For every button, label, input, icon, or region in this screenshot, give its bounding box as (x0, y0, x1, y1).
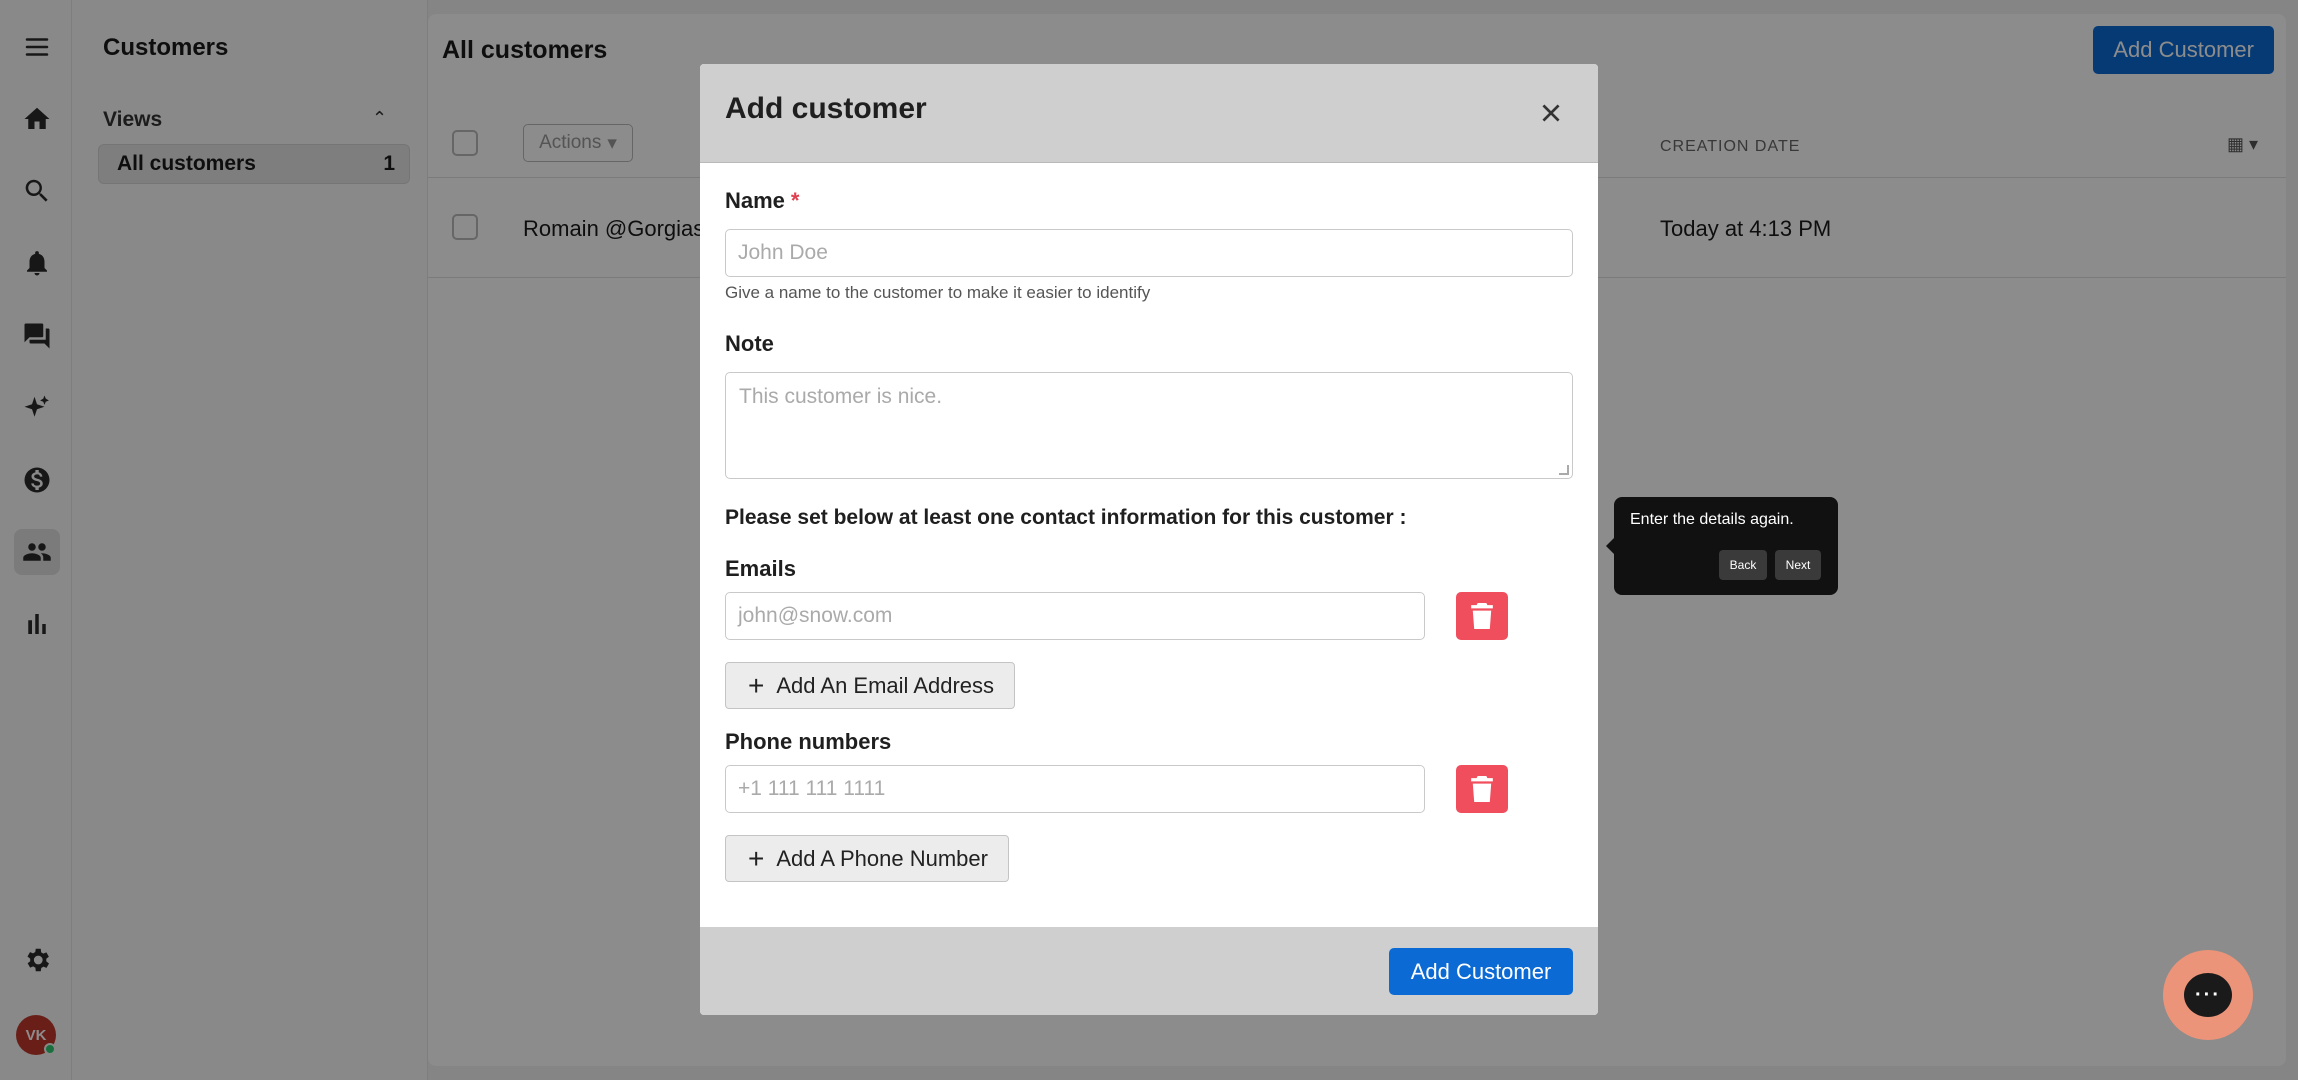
resize-handle-icon[interactable] (1559, 465, 1569, 475)
tooltip-text: Enter the details again. (1630, 511, 1794, 528)
add-email-label: Add An Email Address (776, 672, 995, 698)
chat-widget-button[interactable]: ··· (2163, 950, 2253, 1040)
name-label: Name * (725, 188, 800, 213)
tooltip-next-button[interactable]: Next (1775, 550, 1821, 580)
phone-input[interactable]: +1 111 111 1111 (725, 765, 1425, 813)
modal-footer: Add Customer (700, 927, 1598, 1015)
close-icon[interactable] (1538, 100, 1564, 126)
guide-tooltip: Enter the details again. Back Next (1606, 497, 1838, 595)
tooltip-back-button[interactable]: Back (1719, 550, 1767, 580)
name-help-text: Give a name to the customer to make it e… (725, 283, 1151, 302)
add-email-button[interactable]: + Add An Email Address (725, 662, 1016, 709)
note-placeholder: This customer is nice. (739, 385, 943, 408)
emails-label: Emails (725, 556, 796, 581)
plus-icon: + (748, 669, 765, 701)
chat-bubble-icon: ··· (2184, 973, 2232, 1017)
name-input[interactable]: John Doe (725, 229, 1573, 277)
trash-icon (1471, 603, 1493, 629)
submit-add-customer-button[interactable]: Add Customer (1389, 948, 1573, 995)
delete-email-button[interactable] (1456, 592, 1508, 640)
trash-icon (1471, 776, 1493, 802)
note-textarea[interactable]: This customer is nice. (725, 372, 1573, 479)
phones-label: Phone numbers (725, 729, 892, 754)
add-phone-label: Add A Phone Number (776, 845, 988, 871)
modal-body: Name * John Doe Give a name to the custom… (700, 163, 1598, 927)
note-label: Note (725, 331, 774, 356)
contact-info-heading: Please set below at least one contact in… (725, 506, 1407, 529)
add-phone-button[interactable]: + Add A Phone Number (725, 835, 1009, 882)
modal-title: Add customer (725, 92, 927, 125)
required-marker: * (790, 188, 800, 213)
modal-header: Add customer (700, 64, 1598, 163)
plus-icon: + (748, 842, 765, 874)
delete-phone-button[interactable] (1456, 765, 1508, 813)
add-customer-modal: Add customer Name * John Doe Give a name … (700, 64, 1598, 1015)
email-input[interactable]: john@snow.com (725, 592, 1425, 640)
